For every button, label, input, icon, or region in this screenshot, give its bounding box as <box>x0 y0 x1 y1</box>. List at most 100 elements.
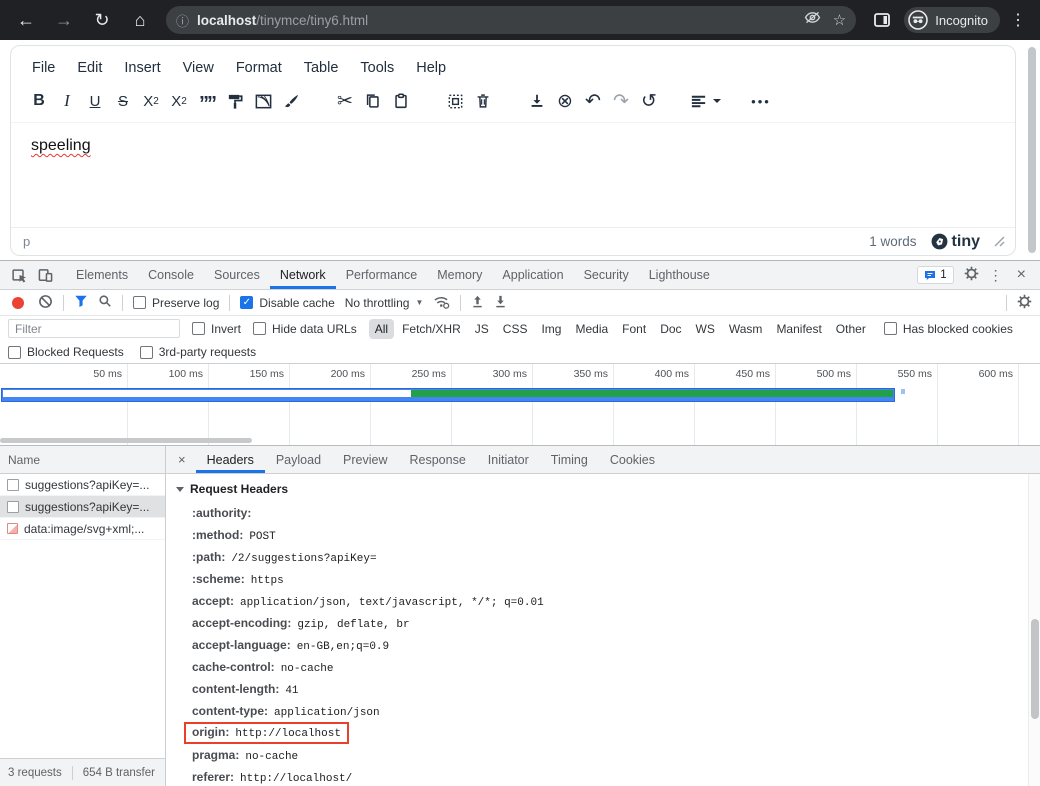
editor-content[interactable]: speeling <box>11 122 1015 227</box>
devtools-settings-icon[interactable] <box>964 266 979 284</box>
devtools-tab[interactable]: Elements <box>66 261 138 289</box>
request-row[interactable]: data:image/svg+xml;... <box>0 518 165 540</box>
resource-type-chip[interactable]: Fetch/XHR <box>396 319 467 339</box>
select-all-icon[interactable] <box>441 88 469 114</box>
align-left-icon[interactable] <box>689 88 721 114</box>
tiny-branding[interactable]: tiny <box>931 233 980 251</box>
network-settings-icon[interactable] <box>1017 294 1032 312</box>
devtools-tab[interactable]: Console <box>138 261 204 289</box>
home-icon[interactable]: ⌂ <box>124 4 156 36</box>
devtools-tab[interactable]: Application <box>492 261 573 289</box>
blocked-requests-checkbox[interactable]: Blocked Requests <box>8 345 124 359</box>
editor-menu-item[interactable]: Format <box>227 56 291 80</box>
preserve-log-checkbox[interactable]: Preserve log <box>133 296 219 310</box>
devtools-tab[interactable]: Performance <box>336 261 428 289</box>
blockquote-icon[interactable]: ”” <box>193 88 221 114</box>
request-row[interactable]: suggestions?apiKey=... <box>0 496 165 518</box>
more-toolbar-icon[interactable]: ••• <box>747 88 775 114</box>
disable-cache-checkbox[interactable]: ✓Disable cache <box>240 296 334 310</box>
cell-background-icon[interactable] <box>249 88 277 114</box>
throttling-select[interactable]: No throttling ▼ <box>345 296 424 310</box>
resource-type-chip[interactable]: Font <box>616 319 652 339</box>
editor-menu-item[interactable]: View <box>174 56 223 80</box>
detail-tab[interactable]: Preview <box>332 446 398 473</box>
resource-type-chip[interactable]: Img <box>535 319 567 339</box>
restore-draft-icon[interactable]: ↺ <box>635 88 663 114</box>
underline-icon[interactable]: U <box>81 88 109 114</box>
export-har-icon[interactable] <box>494 295 507 311</box>
subscript-icon[interactable]: X2 <box>137 88 165 114</box>
redo-icon[interactable]: ↷ <box>607 88 635 114</box>
clear-icon[interactable] <box>38 294 53 312</box>
side-panel-icon[interactable] <box>866 4 898 36</box>
editor-menu-item[interactable]: Help <box>407 56 455 80</box>
close-detail-icon[interactable]: × <box>166 452 196 467</box>
format-painter-icon[interactable] <box>221 88 249 114</box>
misspelled-word[interactable]: speeling <box>31 137 91 154</box>
detail-tab[interactable]: Timing <box>540 446 599 473</box>
editor-menu-item[interactable]: Insert <box>115 56 169 80</box>
resource-type-chip[interactable]: Manifest <box>770 319 827 339</box>
resource-type-chip[interactable]: JS <box>469 319 495 339</box>
devtools-close-icon[interactable]: × <box>1013 266 1030 284</box>
resource-type-chip[interactable]: Wasm <box>723 319 769 339</box>
resize-grip-icon[interactable] <box>994 236 1005 247</box>
detail-tab[interactable]: Initiator <box>477 446 540 473</box>
eye-off-icon[interactable] <box>804 11 821 29</box>
download-icon[interactable] <box>523 88 551 114</box>
reload-icon[interactable]: ↻ <box>86 4 118 36</box>
bookmark-star-icon[interactable]: ☆ <box>833 11 846 29</box>
editor-menu-item[interactable]: Tools <box>351 56 403 80</box>
brush-icon[interactable] <box>277 88 305 114</box>
import-har-icon[interactable] <box>471 295 484 311</box>
cut-icon[interactable]: ✂ <box>331 88 359 114</box>
delete-icon[interactable] <box>469 88 497 114</box>
has-blocked-cookies-checkbox[interactable]: Has blocked cookies <box>884 322 1013 336</box>
editor-menu-item[interactable]: File <box>23 56 64 80</box>
hide-data-urls-checkbox[interactable]: Hide data URLs <box>253 322 357 336</box>
detail-tab[interactable]: Headers <box>196 446 265 473</box>
element-path[interactable]: p <box>23 234 30 249</box>
devtools-tab[interactable]: Security <box>574 261 639 289</box>
request-headers-section[interactable]: Request Headers <box>176 482 1026 496</box>
devtools-tab[interactable]: Network <box>270 261 336 289</box>
incognito-badge[interactable]: Incognito <box>904 7 1000 33</box>
browser-menu-icon[interactable]: ⋮ <box>1006 10 1030 30</box>
resource-type-chip[interactable]: WS <box>690 319 721 339</box>
resource-type-chip[interactable]: Media <box>569 319 614 339</box>
devtools-menu-icon[interactable]: ⋮ <box>989 267 1003 284</box>
waterfall-overview-bar[interactable] <box>1 388 895 402</box>
bold-icon[interactable]: B <box>25 88 53 114</box>
italic-icon[interactable]: I <box>53 88 81 114</box>
paste-icon[interactable] <box>387 88 415 114</box>
editor-menu-item[interactable]: Edit <box>68 56 111 80</box>
third-party-requests-checkbox[interactable]: 3rd-party requests <box>140 345 256 359</box>
device-toolbar-icon[interactable] <box>32 263 58 287</box>
strikethrough-icon[interactable]: S <box>109 88 137 114</box>
name-column-header[interactable]: Name <box>0 446 165 474</box>
superscript-icon[interactable]: X2 <box>165 88 193 114</box>
detail-tab[interactable]: Cookies <box>599 446 666 473</box>
undo-icon[interactable]: ↶ <box>579 88 607 114</box>
copy-icon[interactable] <box>359 88 387 114</box>
site-info-icon[interactable]: ⓘ <box>176 11 189 30</box>
resource-type-chip[interactable]: Other <box>830 319 872 339</box>
network-overview-timeline[interactable]: 50 ms100 ms150 ms200 ms250 ms300 ms350 m… <box>0 364 1040 446</box>
issues-counter[interactable]: 1 <box>917 266 953 284</box>
devtools-tab[interactable]: Memory <box>427 261 492 289</box>
page-scrollbar[interactable] <box>1027 44 1037 256</box>
network-conditions-icon[interactable] <box>433 294 450 312</box>
invert-checkbox[interactable]: Invert <box>192 322 241 336</box>
cancel-icon[interactable]: ⊗ <box>551 88 579 114</box>
headers-scrollbar[interactable] <box>1028 474 1040 786</box>
devtools-tab[interactable]: Sources <box>204 261 270 289</box>
resource-type-chip[interactable]: CSS <box>497 319 534 339</box>
devtools-tab[interactable]: Lighthouse <box>639 261 720 289</box>
timeline-hscrollbar[interactable] <box>0 438 252 443</box>
forward-icon[interactable]: → <box>48 4 80 36</box>
back-icon[interactable]: ← <box>10 4 42 36</box>
resource-type-chip[interactable]: Doc <box>654 319 687 339</box>
search-icon[interactable] <box>98 294 112 311</box>
filter-funnel-icon[interactable] <box>74 294 88 311</box>
detail-tab[interactable]: Payload <box>265 446 332 473</box>
